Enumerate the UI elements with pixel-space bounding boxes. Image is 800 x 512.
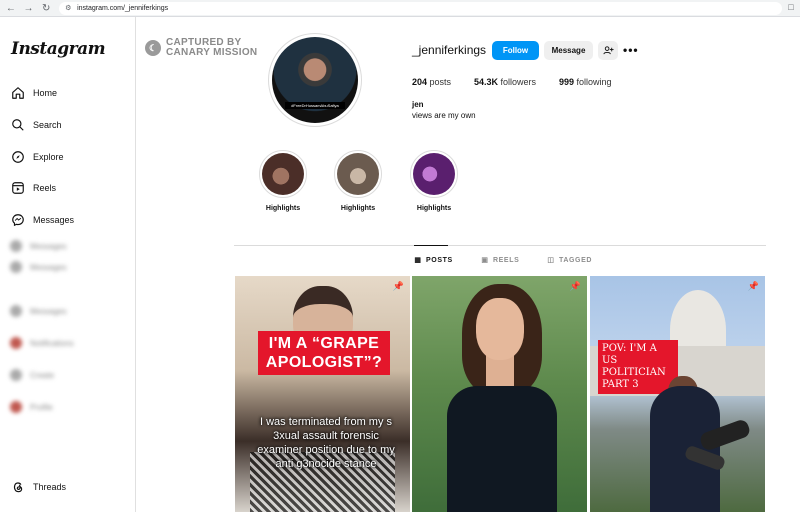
grid-icon: ▦: [414, 257, 422, 264]
more-options-icon[interactable]: •••: [623, 43, 639, 57]
active-tab-indicator: [414, 245, 448, 246]
sidebar-item-label: Home: [33, 88, 58, 98]
instagram-logo[interactable]: Instagram: [11, 39, 106, 59]
post-thumbnail[interactable]: 📌: [412, 276, 587, 512]
reels-icon: [10, 180, 26, 196]
messenger-icon: [10, 212, 26, 228]
highlight-cover: [413, 153, 455, 195]
sidebar-item-label: Messages: [33, 215, 75, 225]
profile-username: _jenniferkings: [412, 43, 487, 57]
highlight-label: Highlights: [265, 205, 301, 212]
sidebar-item-notifications[interactable]: Notifications: [10, 335, 74, 351]
highlight-item[interactable]: Highlights: [334, 150, 382, 212]
highlight-item[interactable]: Highlights: [410, 150, 458, 212]
add-user-icon: [602, 46, 614, 55]
sidebar-item-label: Threads: [33, 482, 67, 492]
address-bar[interactable]: ⚙ instagram.com/_jenniferkings: [59, 1, 783, 15]
tab-tagged[interactable]: ◫ TAGGED: [547, 256, 592, 265]
sidebar: Instagram Home Search Explore Reels Mess…: [0, 17, 136, 512]
sidebar-item-blurred[interactable]: Messages: [10, 259, 66, 275]
sidebar-item-home[interactable]: Home: [10, 83, 57, 103]
sidebar-item-create[interactable]: Create: [10, 367, 54, 383]
following-stat[interactable]: 999 following: [559, 77, 612, 87]
suggested-users-button[interactable]: [598, 41, 618, 60]
bio-text: views are my own: [412, 111, 476, 120]
sidebar-item-messages[interactable]: Messages: [10, 210, 74, 230]
follow-button[interactable]: Follow: [492, 41, 539, 60]
bio-name: jen: [412, 100, 424, 109]
compass-icon: [10, 149, 26, 165]
forward-icon[interactable]: →: [22, 1, 36, 15]
pinned-icon: 📌: [747, 281, 759, 291]
pinned-icon: 📌: [392, 281, 404, 291]
followers-stat[interactable]: 54.3K followers: [474, 77, 536, 87]
post-thumbnail[interactable]: POV: I'M A US POLITICIAN PART 3 📌: [590, 276, 765, 512]
message-button[interactable]: Message: [544, 41, 593, 60]
sidebar-item-blurred[interactable]: Messages: [10, 238, 66, 254]
highlight-cover: [337, 153, 379, 195]
watermark-line2: CANARY MISSION: [166, 47, 258, 58]
posts-stat: 204 posts: [412, 77, 452, 87]
back-icon[interactable]: ←: [4, 1, 18, 15]
highlight-item[interactable]: Highlights: [259, 150, 307, 212]
avatar-caption: #FreeDrHussamAbuSafiya: [285, 102, 345, 109]
reload-icon[interactable]: ↻: [39, 1, 53, 15]
sidebar-item-profile[interactable]: Profile: [10, 399, 53, 415]
highlight-cover: [262, 153, 304, 195]
profile-avatar[interactable]: #FreeDrHussamAbuSafiya: [268, 33, 362, 127]
sidebar-item-label: Reels: [33, 183, 57, 193]
highlight-label: Highlights: [416, 205, 452, 212]
highlight-label: Highlights: [340, 205, 376, 212]
threads-icon: [10, 479, 26, 495]
canary-mission-watermark: ☾ CAPTURED BY CANARY MISSION: [145, 38, 257, 58]
sidebar-item-reels[interactable]: Reels: [10, 178, 56, 198]
tabs-divider: [234, 245, 766, 246]
tab-posts[interactable]: ▦ POSTS: [414, 256, 453, 265]
pinned-icon: 📌: [569, 281, 581, 291]
post-caption-text: I was terminated from my s 3xual assault…: [257, 416, 395, 470]
tab-reels[interactable]: ▣ REELS: [481, 256, 519, 265]
sidebar-item-label: Search: [33, 120, 62, 130]
reels-icon: ▣: [481, 257, 489, 264]
home-icon: [10, 85, 26, 101]
cast-icon[interactable]: □: [788, 2, 800, 14]
sidebar-item-explore[interactable]: Explore: [10, 147, 64, 167]
sidebar-item-label: Explore: [33, 152, 64, 162]
canary-logo-icon: ☾: [145, 40, 161, 56]
post-sticker-text: I'M A “GRAPE APOLOGIST”?: [258, 331, 390, 375]
sidebar-item-search[interactable]: Search: [10, 115, 62, 135]
site-info-icon[interactable]: ⚙: [65, 4, 73, 12]
avatar-image: #FreeDrHussamAbuSafiya: [272, 37, 358, 123]
tagged-icon: ◫: [547, 257, 555, 264]
browser-toolbar: ← → ↻ ⚙ instagram.com/_jenniferkings □: [0, 0, 800, 17]
sidebar-item-blurred[interactable]: Messages: [10, 303, 66, 319]
post-thumbnail[interactable]: I'M A “GRAPE APOLOGIST”? I was terminate…: [235, 276, 410, 512]
url-text: instagram.com/_jenniferkings: [77, 4, 169, 12]
sidebar-item-threads[interactable]: Threads: [10, 477, 66, 497]
search-icon: [10, 117, 26, 133]
post-sticker-text: POV: I'M A US POLITICIAN PART 3: [598, 340, 678, 394]
